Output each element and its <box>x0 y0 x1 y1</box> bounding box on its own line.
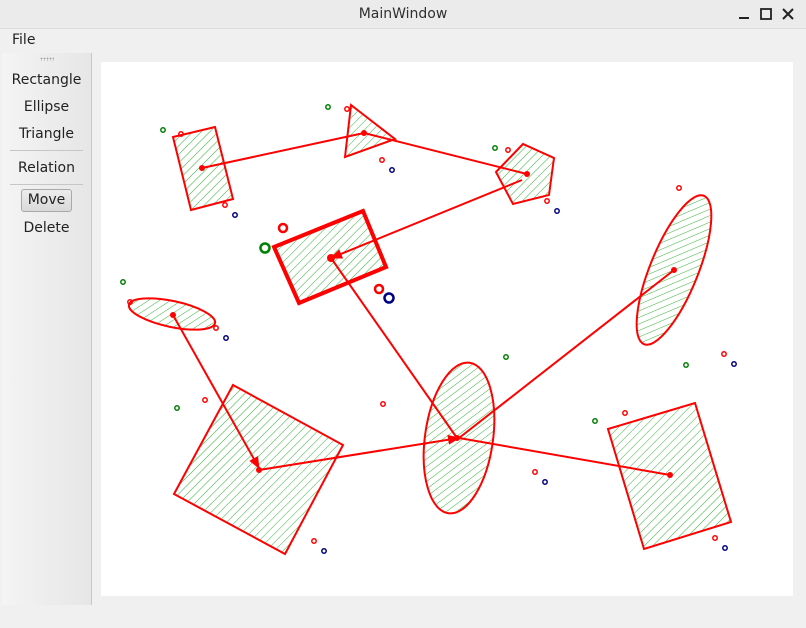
ellipse-tool-button[interactable]: Ellipse <box>2 95 91 119</box>
toolbar-separator <box>10 184 83 185</box>
window-title: MainWindow <box>358 6 448 22</box>
relation-arrow[interactable] <box>363 132 528 175</box>
minimize-icon[interactable] <box>735 5 753 23</box>
triangle-tool-button[interactable]: Triangle <box>2 122 91 146</box>
relation-arrow[interactable] <box>201 132 365 169</box>
toolbar-separator <box>10 150 83 151</box>
toolbar-grip-handle[interactable] <box>40 57 54 61</box>
title-bar: MainWindow <box>0 0 806 29</box>
move-tool-button[interactable]: Move <box>21 189 72 212</box>
drawing-canvas[interactable] <box>101 62 793 596</box>
canvas-svg[interactable] <box>101 62 793 596</box>
relation-arrow[interactable] <box>330 257 458 439</box>
relation-tool-button[interactable]: Relation <box>2 156 91 180</box>
menu-bar: File <box>0 29 806 52</box>
triangle-shape[interactable] <box>343 103 398 159</box>
rectangle-tool-button[interactable]: Rectangle <box>2 68 91 92</box>
relation-arrow[interactable] <box>458 269 675 439</box>
close-icon[interactable] <box>779 5 797 23</box>
maximize-icon[interactable] <box>757 5 775 23</box>
delete-tool-button[interactable]: Delete <box>2 216 91 240</box>
menu-file[interactable]: File <box>12 32 35 48</box>
tool-bar: Rectangle Ellipse Triangle Relation Move… <box>2 53 92 605</box>
